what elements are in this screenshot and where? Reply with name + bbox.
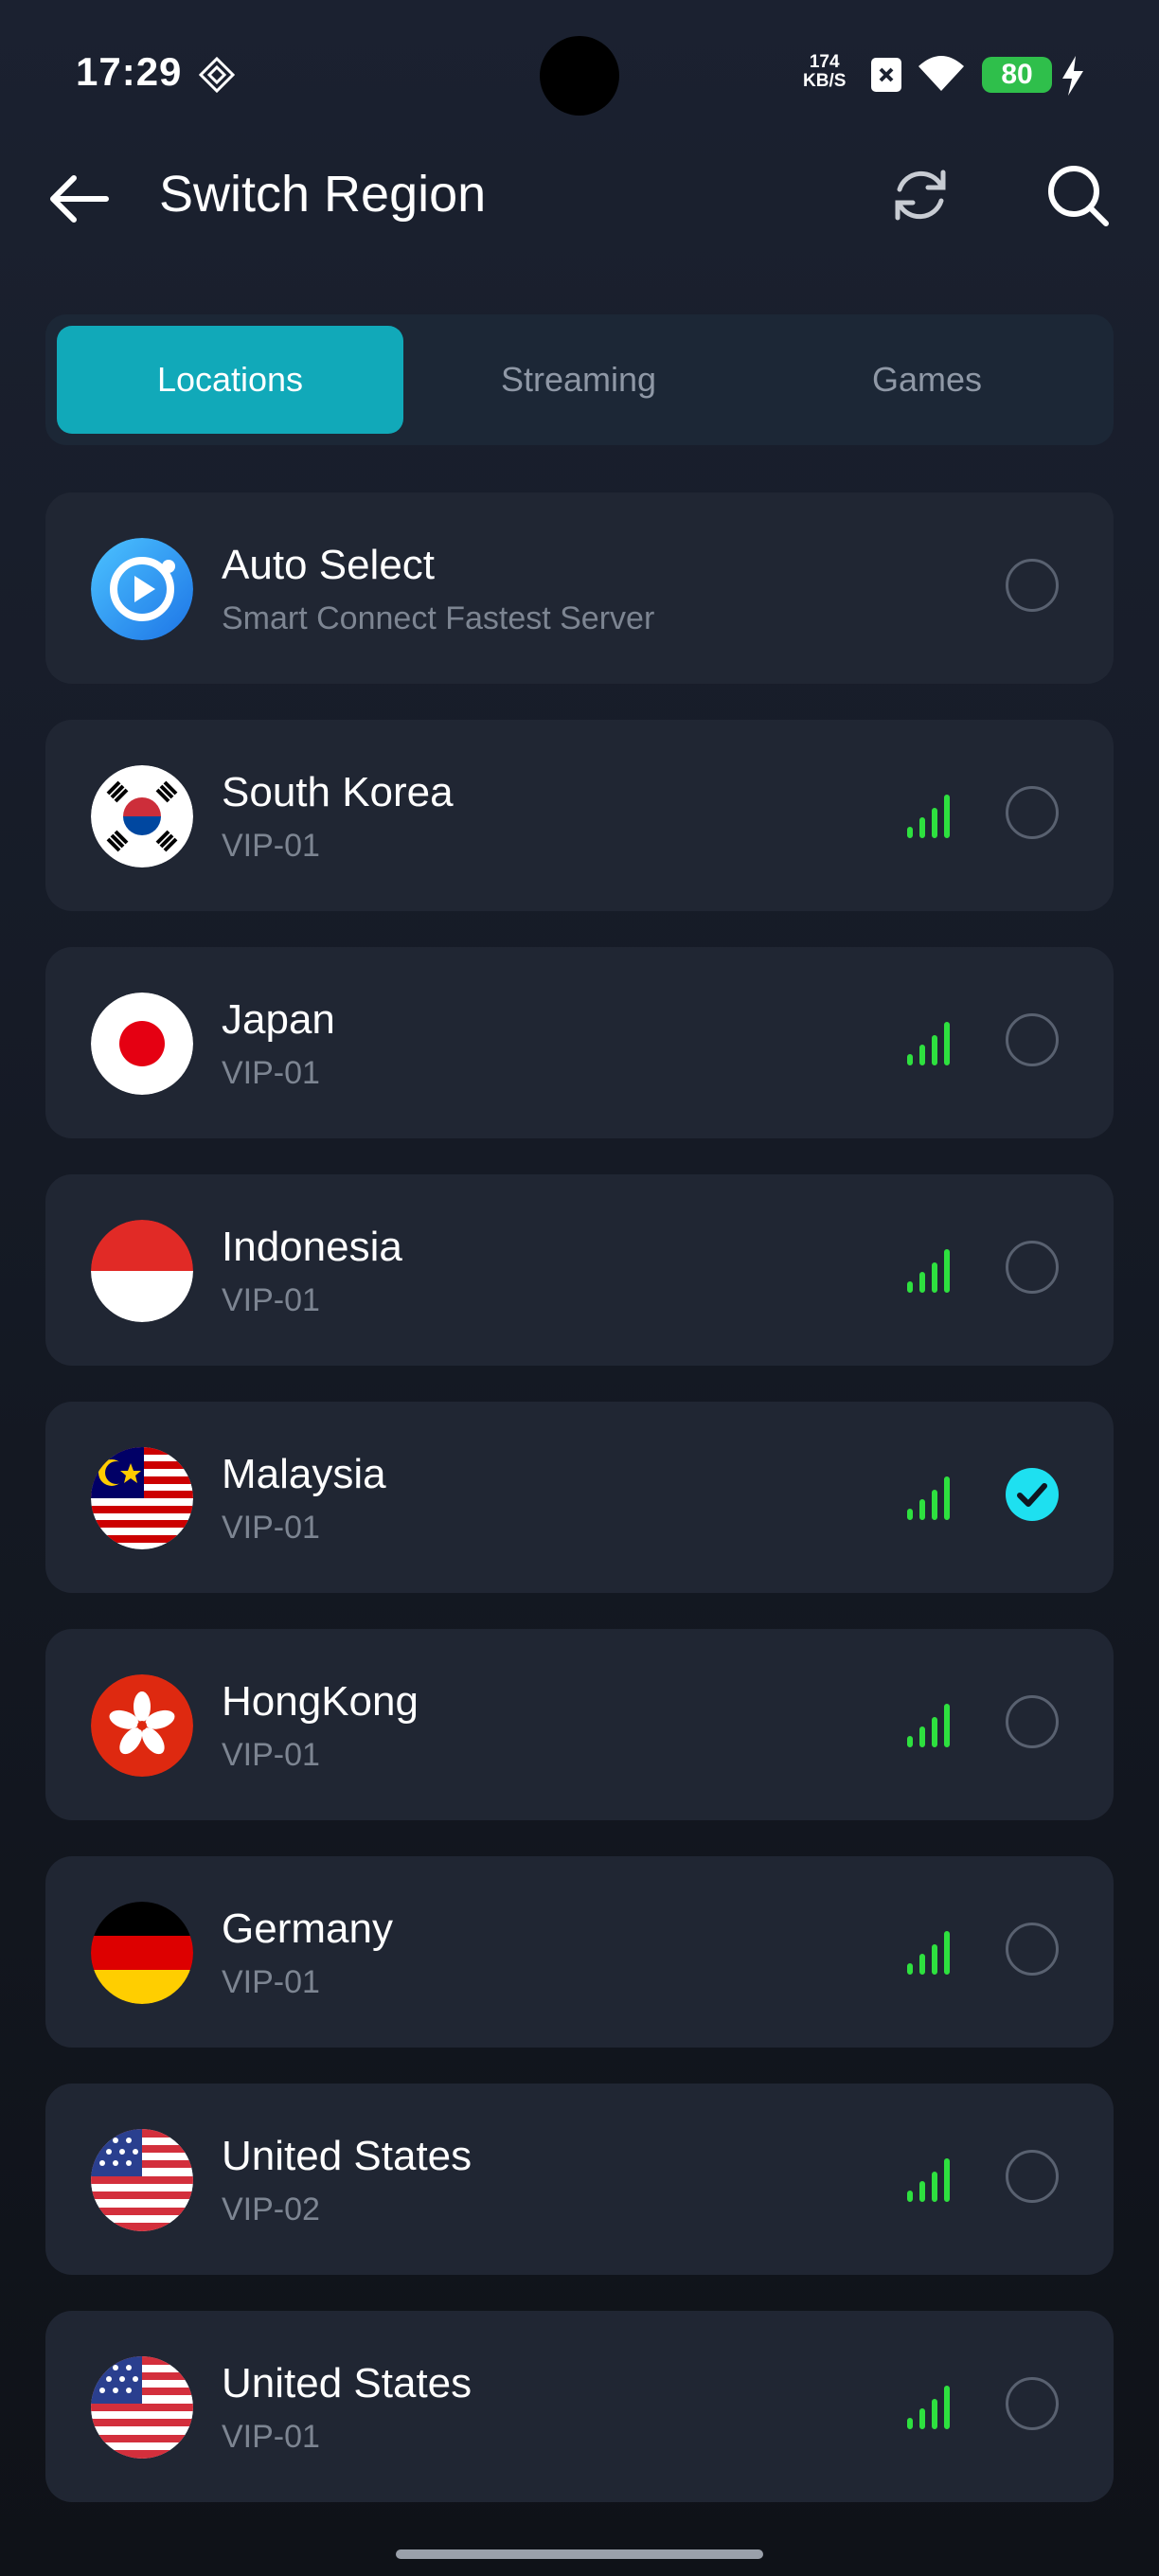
region-name: Indonesia [222,1224,402,1270]
radio-button-selected[interactable] [1006,1468,1059,1521]
signal-icon [907,1249,950,1293]
indonesia-flag-icon [91,1220,193,1322]
region-subtitle: VIP-01 [222,1282,320,1318]
app-header: Switch Region [0,142,1159,246]
radio-button[interactable] [1006,2150,1059,2203]
malaysia-flag-icon [91,1447,193,1549]
radio-button[interactable] [1006,786,1059,839]
region-subtitle: VIP-01 [222,2419,320,2455]
network-speed: 174 KB/S [803,53,846,91]
net-speed-unit: KB/S [803,71,847,91]
region-subtitle: VIP-01 [222,1737,320,1773]
signal-icon [907,1931,950,1975]
region-name: Japan [222,996,335,1043]
region-item-south-korea[interactable]: South Korea VIP-01 [45,720,1114,911]
region-name: Malaysia [222,1451,386,1497]
wifi-icon [918,56,964,91]
tab-locations[interactable]: Locations [57,326,403,434]
check-icon [1017,1483,1047,1507]
region-subtitle: VIP-01 [222,1055,320,1091]
auto-select-icon [91,538,193,640]
region-subtitle: VIP-01 [222,1964,320,2000]
radio-button[interactable] [1006,1695,1059,1748]
refresh-icon[interactable] [886,161,954,229]
status-bar: 17:29 174 KB/S 80 [0,0,1159,152]
signal-icon [907,1022,950,1065]
signal-icon [907,2158,950,2202]
region-tabs: Locations Streaming Games [45,314,1114,445]
region-item-malaysia[interactable]: Malaysia VIP-01 [45,1402,1114,1593]
signal-icon [907,1704,950,1747]
japan-flag-icon [91,993,193,1095]
south-korea-flag-icon [91,765,193,868]
hongkong-flag-icon [91,1674,193,1777]
battery-indicator: 80 [982,57,1052,93]
net-speed-value: 174 [809,52,840,72]
camera-cutout [540,36,619,116]
region-item-united-states-vip-02[interactable]: United States VIP-02 [45,2084,1114,2275]
region-item-auto-select[interactable]: Auto Select Smart Connect Fastest Server [45,492,1114,684]
region-name: Germany [222,1905,393,1952]
region-item-germany[interactable]: Germany VIP-01 [45,1856,1114,2048]
usa-flag-icon [91,2129,193,2231]
arrow-left-icon[interactable] [45,170,112,227]
region-name: South Korea [222,769,454,815]
region-name: Auto Select [222,542,436,588]
radio-button[interactable] [1006,559,1059,612]
region-item-united-states-vip-01[interactable]: United States VIP-01 [45,2311,1114,2502]
region-item-indonesia[interactable]: Indonesia VIP-01 [45,1174,1114,1366]
region-name: HongKong [222,1678,419,1725]
signal-icon [907,2386,950,2429]
germany-flag-icon [91,1902,193,2004]
tab-streaming[interactable]: Streaming [405,326,752,434]
search-icon[interactable] [1043,161,1112,229]
region-subtitle: VIP-01 [222,828,320,864]
usa-flag-icon [91,2356,193,2459]
clock: 17:29 [76,49,183,94]
region-item-hongkong[interactable]: HongKong VIP-01 [45,1629,1114,1820]
region-item-japan[interactable]: Japan VIP-01 [45,947,1114,1138]
signal-icon [907,795,950,838]
sim-off-icon [871,58,901,92]
charging-icon [1062,56,1083,96]
radio-button[interactable] [1006,2377,1059,2430]
page-title: Switch Region [159,166,487,223]
radio-button[interactable] [1006,1923,1059,1976]
tab-games[interactable]: Games [754,326,1100,434]
radio-button[interactable] [1006,1013,1059,1066]
home-indicator[interactable] [396,2549,763,2559]
region-name: United States [222,2360,473,2406]
notification-icon [199,57,235,93]
signal-icon [907,1476,950,1520]
region-name: United States [222,2133,473,2179]
radio-button[interactable] [1006,1241,1059,1294]
region-subtitle: Smart Connect Fastest Server [222,600,655,636]
region-subtitle: VIP-01 [222,1510,320,1546]
region-subtitle: VIP-02 [222,2191,320,2227]
battery-level: 80 [1001,59,1033,90]
